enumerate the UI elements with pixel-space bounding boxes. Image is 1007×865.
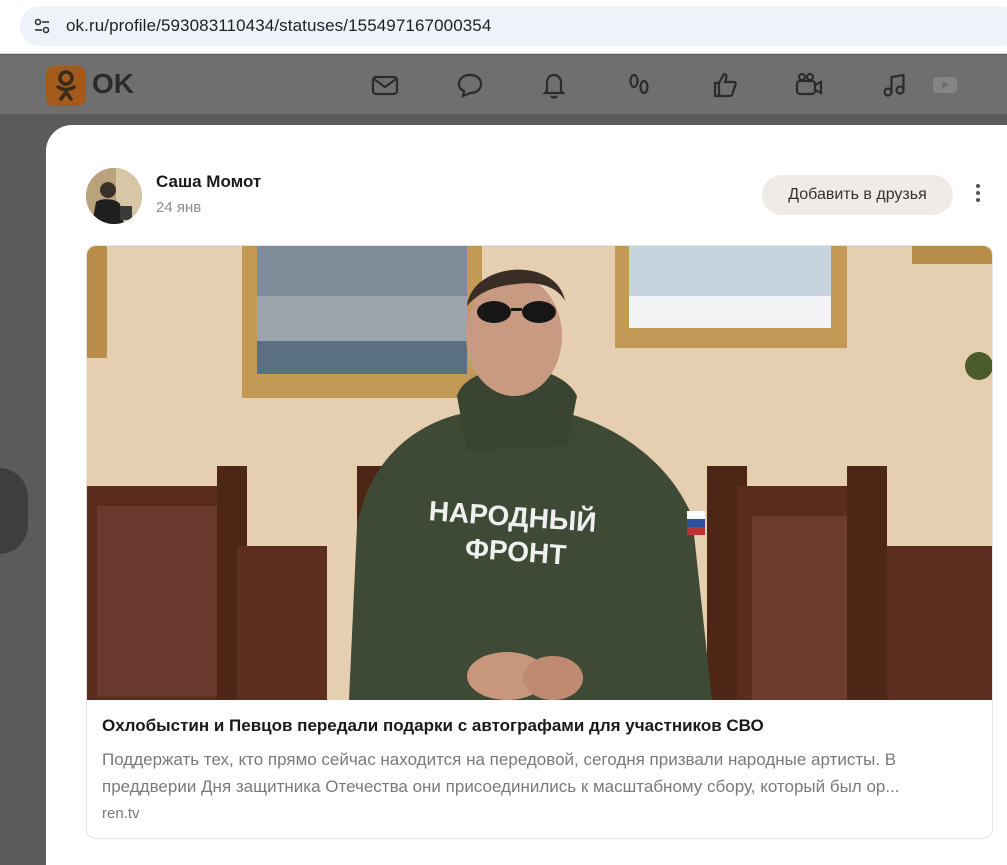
- preview-title[interactable]: Охлобыстин и Певцов передали подарки с а…: [102, 716, 764, 736]
- discussions-icon[interactable]: [454, 69, 486, 101]
- link-preview[interactable]: НАРОДНЫЙ ФРОНТ Охлобыстин и Певцов перед…: [86, 245, 993, 839]
- post-date[interactable]: 24 янв: [156, 199, 201, 216]
- site-header: OK: [0, 55, 1007, 114]
- preview-source[interactable]: ren.tv: [102, 805, 140, 822]
- url-field[interactable]: ok.ru/profile/593083110434/statuses/1554…: [20, 6, 1007, 46]
- notifications-icon[interactable]: [538, 69, 570, 101]
- messages-icon[interactable]: [369, 69, 401, 101]
- ok-logo-icon[interactable]: [46, 66, 86, 106]
- add-friend-button[interactable]: Добавить в друзья: [762, 175, 953, 215]
- video-icon[interactable]: [793, 69, 825, 101]
- site-info-icon[interactable]: [32, 16, 52, 36]
- music-icon[interactable]: [878, 69, 910, 101]
- author-name[interactable]: Саша Момот: [156, 172, 261, 192]
- video-still-image: НАРОДНЫЙ ФРОНТ: [87, 246, 992, 700]
- more-options-icon[interactable]: [970, 181, 986, 209]
- live-icon[interactable]: [930, 69, 962, 101]
- guests-icon[interactable]: [623, 69, 655, 101]
- events-icon[interactable]: [709, 69, 741, 101]
- url-text: ok.ru/profile/593083110434/statuses/1554…: [66, 16, 492, 35]
- video-thumbnail[interactable]: НАРОДНЫЙ ФРОНТ: [87, 246, 992, 700]
- preview-description: Поддержать тех, кто прямо сейчас находит…: [102, 750, 900, 796]
- post-modal: Саша Момот 24 янв Добавить в друзья НАРО…: [46, 125, 1007, 865]
- browser-address-bar: ok.ru/profile/593083110434/statuses/1554…: [0, 0, 1007, 54]
- avatar[interactable]: [86, 168, 142, 224]
- logo-text[interactable]: OK: [92, 68, 134, 100]
